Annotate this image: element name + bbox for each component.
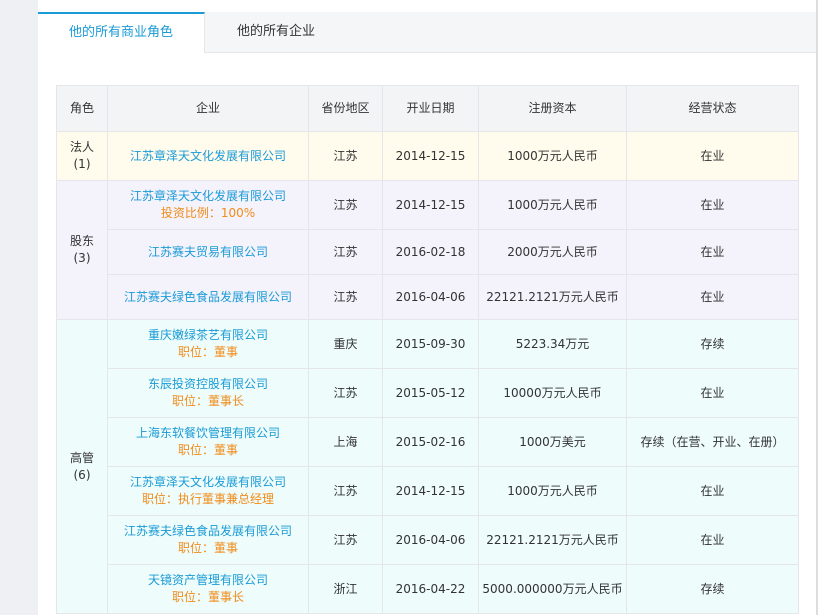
company-detail: 职位：董事 xyxy=(177,541,238,555)
status-cell: 在业 xyxy=(626,229,799,275)
company-link[interactable]: 天镜资产管理有限公司 xyxy=(108,572,308,589)
open-date-cell: 2014-12-15 xyxy=(382,180,479,230)
company-link[interactable]: 江苏章泽天文化发展有限公司 xyxy=(108,148,308,165)
company-cell: 江苏赛夫绿色食品发展有限公司 职位：董事 xyxy=(107,515,309,565)
company-detail: 投资比例：100% xyxy=(160,206,256,220)
status-cell: 在业 xyxy=(626,515,799,565)
table-row: 江苏赛夫绿色食品发展有限公司 江苏 2016-04-06 22121.2121万元人民… xyxy=(57,274,799,320)
status-cell: 在业 xyxy=(626,131,799,181)
tab-all-companies[interactable]: 他的所有企业 xyxy=(206,12,346,52)
status-cell: 在业 xyxy=(626,180,799,230)
province-cell: 江苏 xyxy=(308,180,383,230)
role-label: 法人 xyxy=(69,140,94,154)
province-cell: 江苏 xyxy=(308,368,383,418)
company-cell: 江苏章泽天文化发展有限公司 职位：执行董事兼总经理 xyxy=(107,466,309,516)
company-detail: 职位：董事长 xyxy=(171,590,244,604)
province-cell: 江苏 xyxy=(308,131,383,181)
status-cell: 在业 xyxy=(626,466,799,516)
company-detail: 职位：董事 xyxy=(177,345,238,359)
open-date-cell: 2015-09-30 xyxy=(382,319,479,369)
company-cell: 上海东软餐饮管理有限公司 职位：董事 xyxy=(107,417,309,467)
table-row: 法人 (1) 江苏章泽天文化发展有限公司 江苏 2014-12-15 1000万元人民币在… xyxy=(56,131,799,181)
company-link[interactable]: 江苏赛夫绿色食品发展有限公司 xyxy=(108,523,308,540)
capital-cell: 1000万美元 xyxy=(478,417,627,467)
table-row: 高管 (6) 重庆嫩绿茶艺有限公司 职位：董事 重庆 2015-09-30 5223.34万… xyxy=(56,319,799,614)
status-cell: 存续 xyxy=(626,564,799,614)
company-detail: 职位：董事 xyxy=(177,443,238,457)
table-row: 上海东软餐饮管理有限公司 职位：董事 上海 2015-02-16 1000万美元 存续（在… xyxy=(57,417,799,467)
status-cell: 在业 xyxy=(626,368,799,418)
capital-cell: 5223.34万元 xyxy=(478,319,627,369)
role-count: (1) xyxy=(73,157,91,171)
table-row: 江苏章泽天文化发展有限公司 职位：执行董事兼总经理 江苏 2014-12-15 1000… xyxy=(57,466,799,516)
role-count: (3) xyxy=(73,251,91,265)
table-row: 江苏赛夫贸易有限公司 江苏 2016-02-18 2000万元人民币 在业 xyxy=(57,229,799,275)
table-row: 股东 (3) 江苏章泽天文化发展有限公司 投资比例：100% 江苏 2014-12-15 1… xyxy=(56,180,799,320)
capital-cell: 22121.2121万元人民币 xyxy=(478,515,627,565)
province-cell: 江苏 xyxy=(308,466,383,516)
role-cell: 高管 (6) xyxy=(56,319,108,614)
province-cell: 重庆 xyxy=(308,319,383,369)
company-link[interactable]: 江苏章泽天文化发展有限公司 xyxy=(108,474,308,491)
province-cell: 浙江 xyxy=(308,564,383,614)
role-cell: 股东 (3) xyxy=(56,180,108,320)
company-link[interactable]: 东辰投资控股有限公司 xyxy=(108,376,308,393)
header-open-date: 开业日期 xyxy=(382,85,479,132)
company-detail: 职位：执行董事兼总经理 xyxy=(141,492,274,506)
capital-cell: 2000万元人民币 xyxy=(478,229,627,275)
company-cell: 天镜资产管理有限公司 职位：董事长 xyxy=(107,564,309,614)
status-cell: 在业 xyxy=(626,274,799,320)
company-cell: 重庆嫩绿茶艺有限公司 职位：董事 xyxy=(107,319,309,369)
company-link[interactable]: 上海东软餐饮管理有限公司 xyxy=(108,425,308,442)
company-link[interactable]: 江苏赛夫绿色食品发展有限公司 xyxy=(108,289,308,306)
header-province: 省份地区 xyxy=(308,85,383,132)
open-date-cell: 2016-04-22 xyxy=(382,564,479,614)
province-cell: 江苏 xyxy=(308,229,383,275)
open-date-cell: 2014-12-15 xyxy=(382,131,479,181)
company-cell: 江苏章泽天文化发展有限公司 投资比例：100% xyxy=(107,180,309,230)
role-count: (6) xyxy=(73,467,91,482)
company-cell: 江苏赛夫贸易有限公司 xyxy=(107,229,309,275)
province-cell: 江苏 xyxy=(308,515,383,565)
capital-cell: 10000万元人民币 xyxy=(478,368,627,418)
open-date-cell: 2016-04-06 xyxy=(382,274,479,320)
tab-bar: 他的所有商业角色 他的所有企业 xyxy=(38,12,818,53)
province-cell: 上海 xyxy=(308,417,383,467)
capital-cell: 1000万元人民币 xyxy=(478,131,627,181)
company-link[interactable]: 重庆嫩绿茶艺有限公司 xyxy=(108,327,308,344)
company-detail: 职位：董事长 xyxy=(171,394,244,408)
table-row: 江苏赛夫绿色食品发展有限公司 职位：董事 江苏 2016-04-06 22121.212… xyxy=(57,515,799,565)
role-label: 股东 xyxy=(69,234,94,248)
capital-cell: 1000万元人民币 xyxy=(478,466,627,516)
role-label: 高管 xyxy=(69,450,94,465)
province-cell: 江苏 xyxy=(308,274,383,320)
business-roles-table: 角色 企业 省份地区 开业日期 注册资本 经营状态 法人 (1) 江苏章泽天文化发展… xyxy=(56,85,799,614)
open-date-cell: 2016-02-18 xyxy=(382,229,479,275)
table-body: 法人 (1) 江苏章泽天文化发展有限公司 江苏 2014-12-15 1000万元人民币在… xyxy=(56,131,799,614)
company-cell: 江苏赛夫绿色食品发展有限公司 xyxy=(107,274,309,320)
table-row: 东辰投资控股有限公司 职位：董事长 江苏 2015-05-12 10000万元人民币 在业 xyxy=(57,368,799,418)
company-cell: 江苏章泽天文化发展有限公司 xyxy=(107,131,309,181)
open-date-cell: 2015-05-12 xyxy=(382,368,479,418)
capital-cell: 22121.2121万元人民币 xyxy=(478,274,627,320)
company-link[interactable]: 江苏赛夫贸易有限公司 xyxy=(108,244,308,261)
header-company: 企业 xyxy=(107,85,309,132)
tab-business-roles[interactable]: 他的所有商业角色 xyxy=(38,12,205,53)
main-panel: 他的所有商业角色 他的所有企业 角色 企业 省份地区 开业日期 注册资本 经营状… xyxy=(38,0,818,615)
header-capital: 注册资本 xyxy=(478,85,627,132)
status-cell: 存续 xyxy=(626,319,799,369)
table-header-row: 角色 企业 省份地区 开业日期 注册资本 经营状态 xyxy=(56,85,799,132)
company-link[interactable]: 江苏章泽天文化发展有限公司 xyxy=(108,188,308,205)
company-cell: 东辰投资控股有限公司 职位：董事长 xyxy=(107,368,309,418)
capital-cell: 1000万元人民币 xyxy=(478,180,627,230)
status-cell: 存续（在营、开业、在册） xyxy=(626,417,799,467)
open-date-cell: 2014-12-15 xyxy=(382,466,479,516)
open-date-cell: 2016-04-06 xyxy=(382,515,479,565)
table-row: 天镜资产管理有限公司 职位：董事长 浙江 2016-04-22 5000.000000万… xyxy=(57,564,799,614)
header-status: 经营状态 xyxy=(626,85,799,132)
capital-cell: 5000.000000万元人民币 xyxy=(478,564,627,614)
open-date-cell: 2015-02-16 xyxy=(382,417,479,467)
role-cell: 法人 (1) xyxy=(56,131,108,181)
header-role: 角色 xyxy=(56,85,108,132)
